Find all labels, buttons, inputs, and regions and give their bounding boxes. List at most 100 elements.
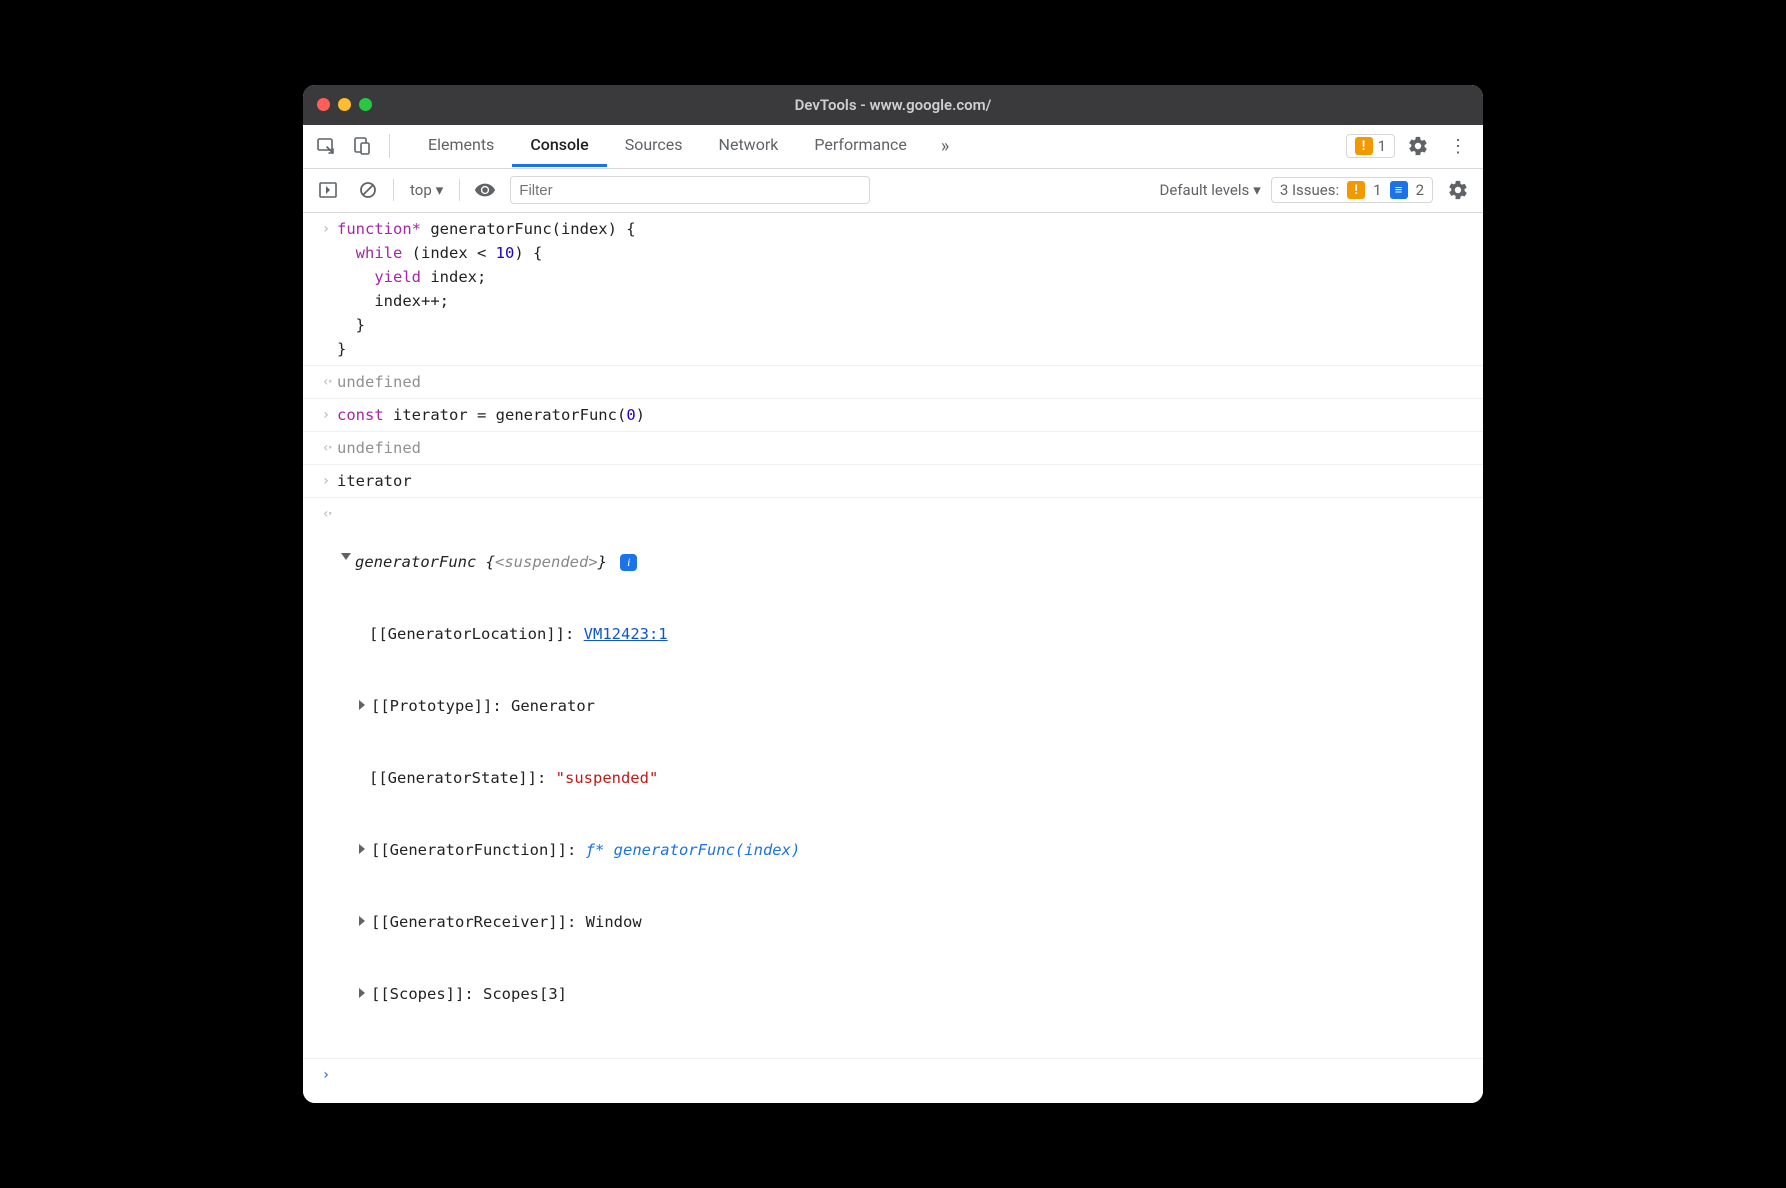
undefined-output: undefined: [337, 436, 1471, 460]
code-text: iterator: [337, 469, 1471, 493]
output-marker-icon: [315, 502, 337, 1054]
separator: [393, 179, 394, 201]
number: 0: [626, 406, 635, 424]
console-input-row[interactable]: iterator: [303, 465, 1483, 498]
tab-sources[interactable]: Sources: [607, 125, 701, 167]
code-text: index++;: [374, 292, 449, 310]
chevron-down-icon: ▾: [1253, 181, 1261, 199]
info-icon[interactable]: i: [620, 554, 637, 571]
minimize-button[interactable]: [338, 98, 351, 111]
prompt-marker-icon: [315, 1063, 337, 1087]
more-tabs-button[interactable]: »: [931, 136, 959, 157]
console-output-row: generatorFunc {<suspended>} i [[Generato…: [303, 498, 1483, 1058]
object-header[interactable]: generatorFunc {<suspended>} i: [341, 550, 1471, 574]
issues-label: 3 Issues:: [1280, 181, 1339, 199]
issues-box[interactable]: 3 Issues: ! 1 ≡ 2: [1271, 177, 1433, 203]
code-text: ): [636, 406, 645, 424]
keyword: function*: [337, 220, 421, 238]
number: 10: [496, 244, 515, 262]
issues-info-count: 2: [1416, 181, 1424, 199]
object-class-name: generatorFunc: [355, 553, 476, 571]
code-block: const iterator = generatorFunc(0): [337, 403, 1471, 427]
console-input-row[interactable]: const iterator = generatorFunc(0): [303, 399, 1483, 432]
header-issues-pill[interactable]: ! 1: [1346, 134, 1395, 158]
object-property[interactable]: [[Scopes]]: Scopes[3]: [341, 982, 1471, 1006]
titlebar: DevTools - www.google.com/: [303, 85, 1483, 125]
clear-console-button[interactable]: [353, 175, 383, 205]
code-text: ) {: [514, 244, 542, 262]
object-state: <suspended>: [495, 553, 598, 571]
disclosure-triangle-icon[interactable]: [359, 844, 365, 854]
live-expression-button[interactable]: [470, 175, 500, 205]
inspect-icon[interactable]: [311, 131, 341, 161]
code-text: (index <: [402, 244, 495, 262]
property-value: Scopes[3]: [483, 985, 567, 1003]
keyword: yield: [374, 268, 421, 286]
input-marker-icon: [315, 403, 337, 427]
maximize-button[interactable]: [359, 98, 372, 111]
settings-button[interactable]: [1403, 131, 1433, 161]
property-value: "suspended": [556, 769, 659, 787]
source-link[interactable]: VM12423:1: [584, 625, 668, 643]
keyword: while: [356, 244, 403, 262]
info-icon: ≡: [1390, 181, 1408, 199]
issues-warn-count: 1: [1373, 181, 1381, 199]
disclosure-triangle-icon[interactable]: [359, 700, 365, 710]
input-marker-icon: [315, 217, 337, 361]
code-text: }: [356, 316, 365, 334]
console-prompt-input[interactable]: [337, 1063, 1471, 1087]
console-body: function* generatorFunc(index) { while (…: [303, 213, 1483, 1103]
tab-performance[interactable]: Performance: [796, 125, 925, 167]
code-text: generatorFunc(index) {: [421, 220, 636, 238]
warning-icon: !: [1347, 181, 1365, 199]
console-output-row: undefined: [303, 432, 1483, 465]
console-settings-button[interactable]: [1443, 175, 1473, 205]
code-text: }: [337, 340, 346, 358]
disclosure-triangle-icon[interactable]: [359, 916, 365, 926]
context-label: top: [410, 181, 432, 199]
devtools-window: DevTools - www.google.com/ Elements Cons…: [303, 85, 1483, 1103]
object-property[interactable]: [[GeneratorState]]: "suspended": [341, 766, 1471, 790]
separator: [459, 179, 460, 201]
code-block: function* generatorFunc(index) { while (…: [337, 217, 1471, 361]
console-prompt-row[interactable]: [303, 1058, 1483, 1103]
input-marker-icon: [315, 469, 337, 493]
window-title: DevTools - www.google.com/: [795, 96, 992, 114]
object-tree: generatorFunc {<suspended>} i [[Generato…: [337, 502, 1471, 1054]
separator: [389, 134, 390, 158]
console-input-row[interactable]: function* generatorFunc(index) { while (…: [303, 213, 1483, 366]
object-property[interactable]: [[Prototype]]: Generator: [341, 694, 1471, 718]
keyword: const: [337, 406, 384, 424]
console-filter-input[interactable]: [510, 176, 870, 204]
property-value: ƒ* generatorFunc(index): [586, 841, 801, 859]
context-selector[interactable]: top ▾: [404, 179, 449, 201]
code-text: index;: [421, 268, 486, 286]
property-value: Window: [586, 913, 642, 931]
property-value: Generator: [511, 697, 595, 715]
tabbar: Elements Console Sources Network Perform…: [303, 125, 1483, 169]
object-property[interactable]: [[GeneratorFunction]]: ƒ* generatorFunc(…: [341, 838, 1471, 862]
disclosure-triangle-icon[interactable]: [359, 988, 365, 998]
kebab-menu[interactable]: ⋮: [1441, 136, 1475, 157]
warning-icon: !: [1355, 137, 1373, 155]
console-output-row: undefined: [303, 366, 1483, 399]
output-marker-icon: [315, 370, 337, 394]
tabs: Elements Console Sources Network Perform…: [410, 125, 925, 167]
undefined-output: undefined: [337, 370, 1471, 394]
level-label: Default levels: [1160, 181, 1250, 199]
output-marker-icon: [315, 436, 337, 460]
code-text: iterator = generatorFunc(: [384, 406, 627, 424]
object-property[interactable]: [[GeneratorReceiver]]: Window: [341, 910, 1471, 934]
disclosure-triangle-open-icon[interactable]: [341, 553, 351, 565]
chevron-down-icon: ▾: [436, 181, 444, 199]
close-button[interactable]: [317, 98, 330, 111]
device-toggle-icon[interactable]: [347, 131, 377, 161]
header-issues-count: 1: [1378, 137, 1386, 155]
object-property[interactable]: [[GeneratorLocation]]: VM12423:1: [341, 622, 1471, 646]
log-level-selector[interactable]: Default levels ▾: [1160, 181, 1261, 199]
tab-elements[interactable]: Elements: [410, 125, 512, 167]
tab-network[interactable]: Network: [701, 125, 797, 167]
console-sidebar-toggle[interactable]: [313, 175, 343, 205]
console-toolbar: top ▾ Default levels ▾ 3 Issues: ! 1 ≡ 2: [303, 169, 1483, 213]
tab-console[interactable]: Console: [512, 125, 606, 167]
